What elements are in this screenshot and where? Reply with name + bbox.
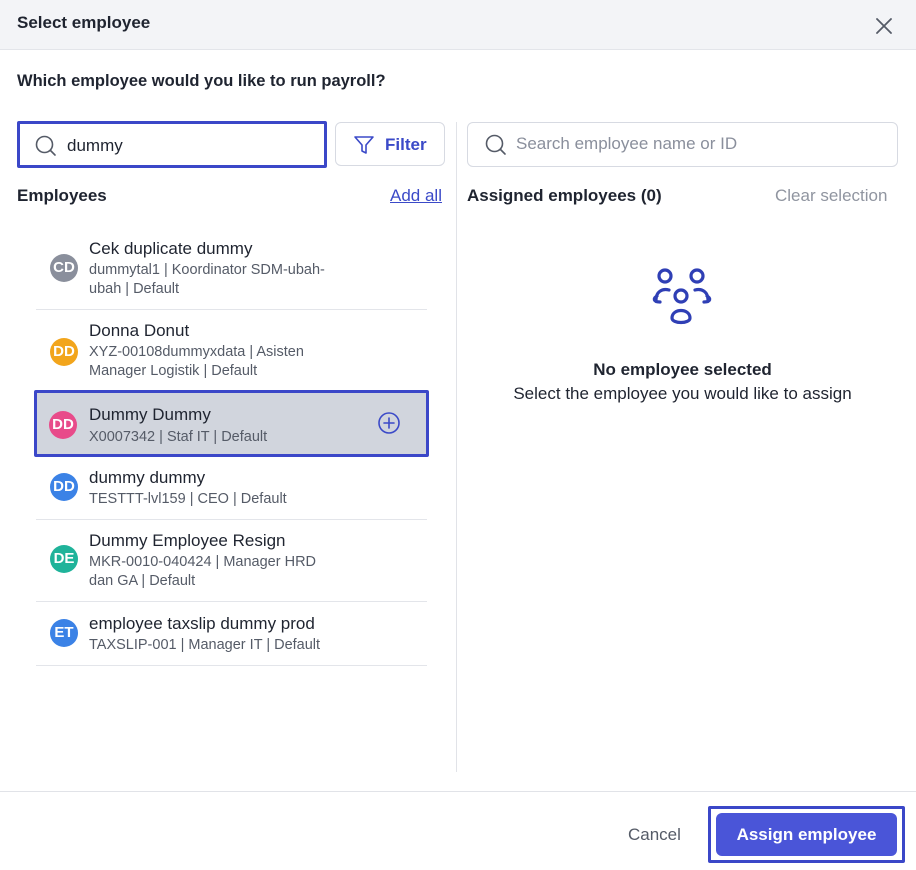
employee-name: Dummy Employee Resign bbox=[89, 531, 286, 550]
employee-meta: TAXSLIP-001 | Manager IT | Default bbox=[89, 637, 321, 653]
add-all-link[interactable]: Add all bbox=[390, 186, 442, 206]
clear-selection-link[interactable]: Clear selection bbox=[775, 186, 887, 206]
employee-meta: XYZ-00108dummyxdata | Asisten Manager Lo… bbox=[89, 344, 304, 379]
list-item[interactable]: DD dummy dummy TESTTT-lvl159 | CEO | Def… bbox=[36, 457, 427, 520]
assigned-search-field[interactable] bbox=[467, 122, 898, 167]
assigned-employees-heading: Assigned employees (0) bbox=[467, 186, 662, 205]
employee-name: employee taxslip dummy prod bbox=[89, 614, 315, 633]
avatar: CD bbox=[50, 254, 78, 282]
employee-meta: dummytal1 | Koordinator SDM-ubah- ubah |… bbox=[89, 262, 325, 297]
assigned-search-input[interactable] bbox=[516, 134, 876, 154]
dialog-question: Which employee would you like to run pay… bbox=[17, 72, 386, 90]
employee-meta: TESTTT-lvl159 | CEO | Default bbox=[89, 491, 287, 507]
employee-name: Dummy Dummy bbox=[89, 405, 211, 424]
close-icon[interactable] bbox=[873, 15, 895, 37]
filter-label: Filter bbox=[385, 135, 427, 154]
employee-meta: MKR-0010-040424 | Manager HRD dan GA | D… bbox=[89, 554, 317, 589]
avatar: DD bbox=[50, 338, 78, 366]
list-item[interactable]: DE Dummy Employee Resign MKR-0010-040424… bbox=[36, 520, 427, 602]
employees-heading: Employees bbox=[17, 186, 107, 205]
assign-employee-button[interactable]: Assign employee bbox=[716, 813, 897, 856]
list-item-selected[interactable]: DD Dummy Dummy X0007342 | Staf IT | Defa… bbox=[34, 390, 429, 457]
select-employee-dialog: Select employee Which employee would you… bbox=[0, 0, 916, 870]
column-divider bbox=[456, 122, 457, 772]
search-icon bbox=[485, 134, 506, 155]
cancel-button[interactable]: Cancel bbox=[628, 825, 681, 845]
list-item[interactable]: DD Donna Donut XYZ-00108dummyxdata | Asi… bbox=[36, 310, 427, 392]
filter-icon bbox=[354, 136, 374, 154]
employee-search-input[interactable]: dummy bbox=[17, 121, 327, 168]
dialog-header: Select employee bbox=[0, 0, 916, 50]
avatar: ET bbox=[50, 619, 78, 647]
footer-divider bbox=[0, 791, 916, 792]
assign-button-highlight: Assign employee bbox=[708, 806, 905, 863]
search-icon bbox=[35, 135, 56, 156]
filter-button[interactable]: Filter bbox=[335, 122, 445, 166]
avatar: DD bbox=[49, 411, 77, 439]
employee-name: Cek duplicate dummy bbox=[89, 239, 253, 258]
employee-name: dummy dummy bbox=[89, 468, 206, 487]
dialog-title: Select employee bbox=[17, 13, 151, 32]
empty-state-title: No employee selected bbox=[593, 360, 772, 379]
list-item[interactable]: CD Cek duplicate dummy dummytal1 | Koord… bbox=[36, 229, 427, 310]
empty-state-subtitle: Select the employee you would like to as… bbox=[513, 384, 852, 403]
employee-meta: X0007342 | Staf IT | Default bbox=[89, 429, 268, 445]
users-group-icon bbox=[652, 268, 712, 325]
search-value: dummy bbox=[67, 136, 123, 155]
list-item[interactable]: ET employee taxslip dummy prod TAXSLIP-0… bbox=[36, 602, 427, 666]
employee-name: Donna Donut bbox=[89, 321, 190, 340]
avatar: DE bbox=[50, 545, 78, 573]
avatar: DD bbox=[50, 473, 78, 501]
add-circle-icon[interactable] bbox=[377, 411, 401, 435]
